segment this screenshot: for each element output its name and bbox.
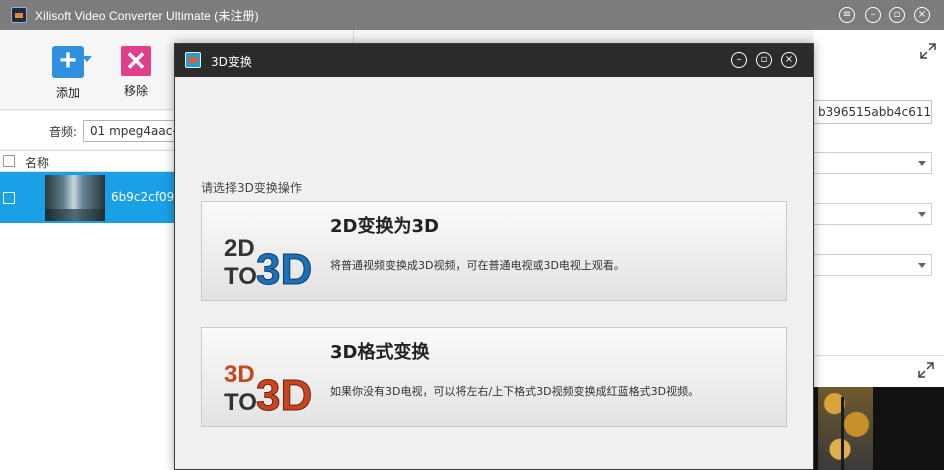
logo-to-text: TO — [224, 389, 257, 414]
option-description: 如果你没有3D电视，可以将左右/上下格式3D视频变换成红蓝格式3D视频。 — [330, 385, 700, 398]
setting-select-1[interactable] — [813, 152, 932, 174]
restore-icon[interactable]: ▫ — [889, 7, 905, 23]
preview-tree-trunk — [841, 397, 844, 470]
3d-conversion-dialog: 3D变换 – ▫ × 请选择3D变换操作 2D TO 3D 2D变换为3D 将普… — [174, 43, 814, 470]
dialog-close-icon[interactable]: × — [781, 52, 797, 68]
app-titlebar: Xilisoft Video Converter Ultimate (未注册) … — [0, 0, 944, 30]
select-all-checkbox[interactable] — [3, 155, 15, 167]
close-icon[interactable]: × — [914, 7, 930, 23]
column-header-name[interactable]: 名称 — [25, 154, 49, 171]
audio-label: 音频: — [49, 125, 78, 139]
add-dropdown-caret-icon[interactable] — [82, 56, 92, 62]
option-title: 3D格式变换 — [330, 342, 430, 363]
remove-icon: ✕ — [121, 46, 151, 76]
audio-row: 音频: 01 mpeg4aac- — [0, 111, 193, 149]
preview-toolbar — [813, 355, 944, 385]
minimize-icon[interactable]: – — [865, 7, 881, 23]
option-description: 将普通视频变换成3D视频，可在普通电视或3D电视上观看。 — [330, 259, 625, 272]
add-icon: + — [52, 46, 84, 78]
row-checkbox[interactable] — [3, 192, 15, 204]
logo-2d-text: 2D — [224, 235, 255, 262]
file-name: 6b9c2cf094 — [111, 190, 182, 204]
option-3d-format-convert[interactable]: 3D TO 3D 3D格式变换 如果你没有3D电视，可以将左右/上下格式3D视频… — [201, 327, 787, 427]
video-thumbnail — [45, 175, 105, 221]
app-title: Xilisoft Video Converter Ultimate (未注册) — [35, 9, 259, 23]
right-panel: b396515abb4c6110c — [813, 30, 944, 470]
setting-select-2[interactable] — [813, 203, 932, 225]
2d-to-3d-logo-icon: 2D TO 3D — [224, 235, 313, 288]
dialog-prompt: 请选择3D变换操作 — [201, 181, 302, 195]
3d-to-3d-logo-icon: 3D TO 3D — [224, 361, 313, 414]
logo-3d-text: 3D — [256, 245, 312, 288]
logo-3d-small-text: 3D — [224, 361, 255, 388]
expand-icon[interactable] — [920, 43, 936, 59]
logo-3d-text: 3D — [256, 371, 312, 414]
add-button[interactable]: + 添加 — [48, 46, 92, 101]
app-logo-icon — [11, 7, 27, 23]
file-list-empty-area — [0, 223, 180, 470]
remove-button[interactable]: ✕ 移除 — [116, 46, 156, 99]
option-title: 2D变换为3D — [330, 216, 439, 237]
dialog-restore-icon[interactable]: ▫ — [756, 52, 772, 68]
option-2d-to-3d[interactable]: 2D TO 3D 2D变换为3D 将普通视频变换成3D视频，可在普通电视或3D电… — [201, 201, 787, 301]
dialog-title: 3D变换 — [211, 55, 252, 69]
file-list-row[interactable]: 6b9c2cf094 — [0, 172, 182, 223]
file-list-header: 名称 — [0, 150, 180, 172]
preview-expand-icon[interactable] — [918, 362, 934, 378]
preview-image — [818, 387, 873, 470]
dialog-app-icon — [185, 52, 201, 68]
add-button-label: 添加 — [55, 86, 80, 100]
menu-icon[interactable]: ≡ — [839, 7, 855, 23]
dialog-titlebar: 3D变换 – ▫ × — [175, 44, 813, 77]
output-filename-field[interactable]: b396515abb4c6110c — [813, 100, 932, 124]
remove-button-label: 移除 — [123, 84, 148, 98]
logo-to-text: TO — [224, 263, 257, 288]
dialog-minimize-icon[interactable]: – — [731, 52, 747, 68]
video-preview — [813, 387, 944, 470]
setting-select-3[interactable] — [813, 254, 932, 276]
